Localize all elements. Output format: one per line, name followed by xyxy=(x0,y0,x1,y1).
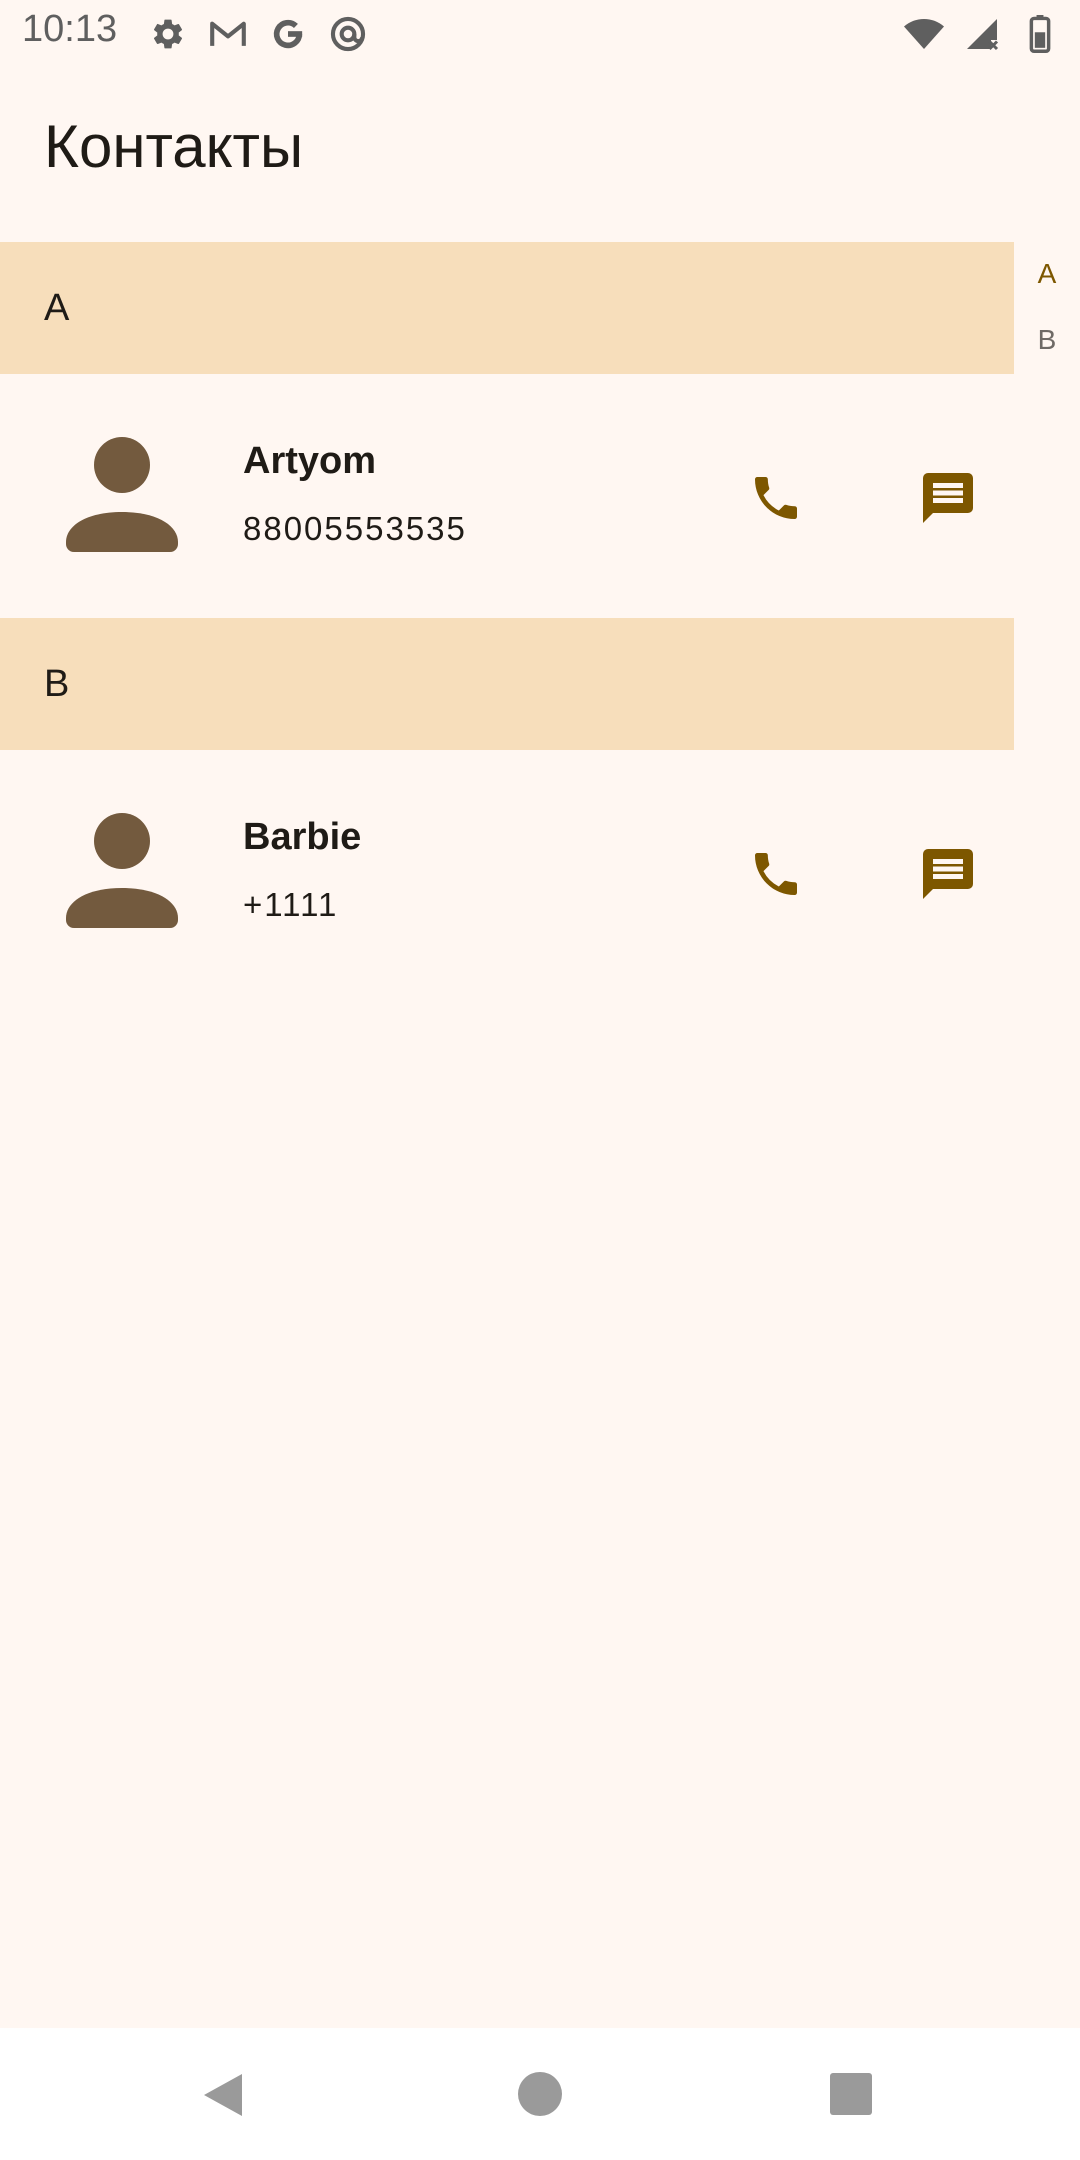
alpha-index-letter-b[interactable]: B xyxy=(1038,318,1057,384)
phone-icon xyxy=(755,853,797,895)
alphabet-index[interactable]: A B xyxy=(1014,252,1080,384)
person-avatar-icon xyxy=(64,436,180,552)
contact-row[interactable]: Barbie +1111 xyxy=(0,750,1014,994)
call-button[interactable] xyxy=(746,844,806,904)
page-title: Контакты xyxy=(44,113,304,180)
gmail-icon xyxy=(208,14,248,54)
contact-phone: 88005553535 xyxy=(243,510,467,547)
settings-icon xyxy=(148,14,188,54)
status-bar: 10:13 xyxy=(0,0,1080,66)
wifi-icon xyxy=(904,14,944,54)
message-icon xyxy=(923,849,973,899)
phone-icon xyxy=(755,477,797,519)
message-icon xyxy=(923,473,973,523)
section-header: B xyxy=(0,618,1014,750)
section-letter: A xyxy=(44,286,70,329)
recents-icon[interactable] xyxy=(830,2073,872,2115)
contact-name: Artyom xyxy=(243,440,377,482)
contact-list[interactable]: A Artyom 88005553535 B Barbie +1111 xyxy=(0,242,1014,994)
call-button[interactable] xyxy=(746,468,806,528)
alpha-index-letter-a[interactable]: A xyxy=(1038,252,1057,318)
battery-icon xyxy=(1020,14,1060,54)
message-button[interactable] xyxy=(916,842,980,906)
contacts-screen: 10:13 Контакты A Artyom 88005553535 B Ba… xyxy=(0,0,1080,2160)
contact-name: Barbie xyxy=(243,816,362,858)
at-sign-icon xyxy=(328,14,368,54)
status-right-icons xyxy=(886,14,1060,54)
contact-row[interactable]: Artyom 88005553535 xyxy=(0,374,1014,618)
section-header: A xyxy=(0,242,1014,374)
signal-icon xyxy=(962,14,1002,54)
contact-phone: +1111 xyxy=(243,886,339,923)
status-left-icons xyxy=(148,14,388,54)
navigation-bar xyxy=(0,2028,1080,2160)
back-icon[interactable] xyxy=(202,2072,244,2123)
home-icon[interactable] xyxy=(518,2072,562,2116)
google-icon xyxy=(268,14,308,54)
section-letter: B xyxy=(44,662,70,705)
status-time: 10:13 xyxy=(22,8,118,50)
person-avatar-icon xyxy=(64,812,180,928)
message-button[interactable] xyxy=(916,466,980,530)
